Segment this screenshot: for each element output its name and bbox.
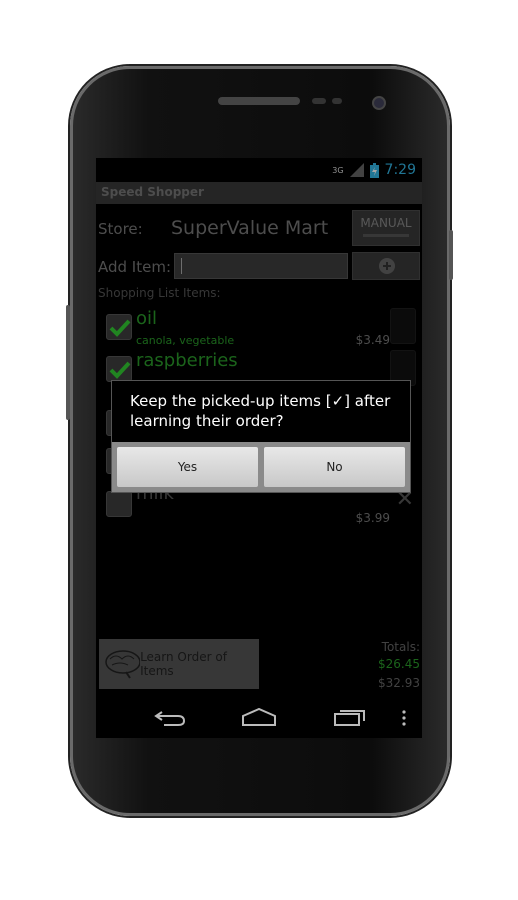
yes-label: Yes <box>177 460 198 474</box>
screen: 3G 7:29 Speed Shopper Store: SuperValue … <box>96 158 422 738</box>
dialog-message: Keep the picked-up items [✓] after learn… <box>130 392 391 430</box>
recent-apps-icon[interactable] <box>334 708 366 726</box>
no-label: No <box>326 460 343 474</box>
no-button[interactable]: No <box>264 447 405 487</box>
sensor <box>332 98 342 104</box>
speaker-grille <box>218 97 300 105</box>
overflow-menu-icon[interactable] <box>402 710 406 726</box>
volume-button[interactable] <box>66 305 70 420</box>
home-icon[interactable] <box>242 708 276 726</box>
front-camera <box>372 96 386 110</box>
back-icon[interactable] <box>154 710 186 726</box>
yes-button[interactable]: Yes <box>117 447 258 487</box>
navigation-bar <box>96 698 422 738</box>
keep-items-dialog: Keep the picked-up items [✓] after learn… <box>111 380 411 493</box>
sensor <box>312 98 326 104</box>
power-button[interactable] <box>449 230 453 280</box>
